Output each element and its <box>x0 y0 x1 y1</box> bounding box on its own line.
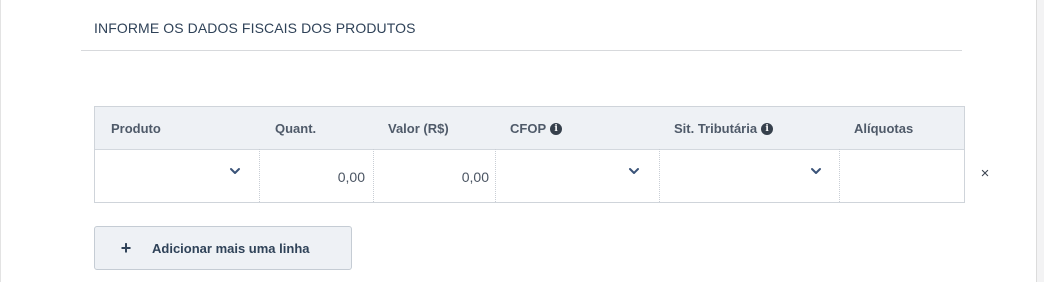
info-icon[interactable]: i <box>550 122 563 135</box>
produto-select[interactable] <box>95 149 259 202</box>
plus-icon: + <box>120 238 132 258</box>
products-table: Produto Quant. Valor (R$) CFOP i Sit. Tr… <box>94 106 965 203</box>
valor-value: 0,00 <box>461 169 489 185</box>
quantidade-input[interactable]: 0,00 <box>259 149 373 202</box>
section-header: INFORME OS DADOS FISCAIS DOS PRODUTOS <box>81 0 962 51</box>
column-header-quantidade: Quant. <box>275 121 317 136</box>
add-row-button[interactable]: + Adicionar mais uma linha <box>94 226 352 270</box>
add-row-label: Adicionar mais uma linha <box>152 240 310 256</box>
situacao-tributaria-select[interactable] <box>659 149 839 202</box>
chevron-down-icon <box>230 168 240 174</box>
info-icon[interactable]: i <box>761 122 774 135</box>
column-header-produto: Produto <box>111 121 161 136</box>
column-header-valor: Valor (R$) <box>388 121 449 136</box>
column-header-cfop: CFOP i <box>510 121 563 136</box>
fiscal-data-panel: INFORME OS DADOS FISCAIS DOS PRODUTOS Pr… <box>0 0 1037 282</box>
close-icon: × <box>980 165 990 182</box>
column-header-aliquotas: Alíquotas <box>854 121 914 136</box>
valor-input[interactable]: 0,00 <box>373 149 495 202</box>
chevron-down-icon <box>811 168 821 174</box>
aliquotas-input[interactable] <box>839 149 964 202</box>
chevron-down-icon <box>629 168 639 174</box>
table-header: Produto Quant. Valor (R$) CFOP i Sit. Tr… <box>95 107 964 150</box>
remove-row-button[interactable]: × <box>978 166 992 182</box>
column-header-situacao-tributaria: Sit. Tributária i <box>674 121 774 136</box>
quantidade-value: 0,00 <box>337 169 365 185</box>
section-title: INFORME OS DADOS FISCAIS DOS PRODUTOS <box>94 20 416 36</box>
table-row: 0,00 0,00 <box>95 149 964 202</box>
cfop-select[interactable] <box>495 149 659 202</box>
